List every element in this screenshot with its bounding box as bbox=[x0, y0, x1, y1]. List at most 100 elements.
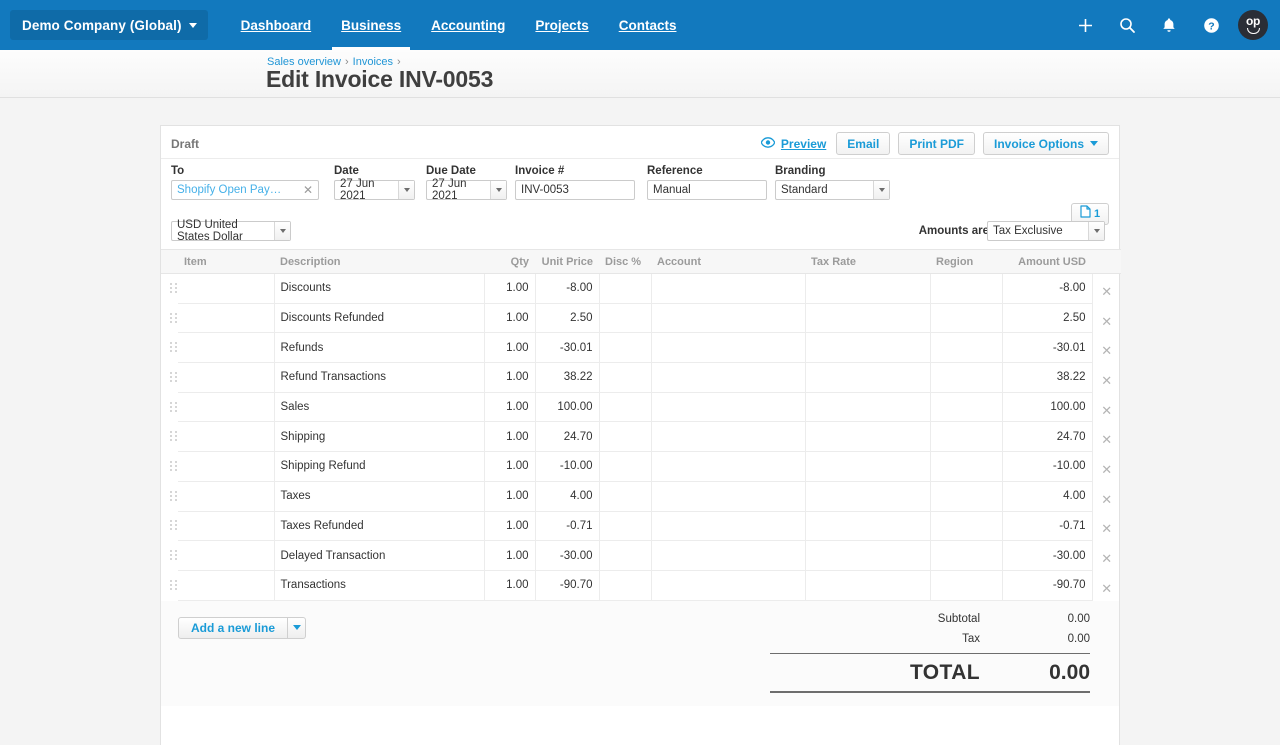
remove-line-button[interactable]: ✕ bbox=[1092, 422, 1121, 452]
cell-account[interactable] bbox=[651, 511, 805, 541]
cell-description[interactable]: Taxes bbox=[274, 481, 484, 511]
drag-handle[interactable] bbox=[161, 570, 178, 600]
cell-description[interactable]: Refunds bbox=[274, 333, 484, 363]
nav-item-business[interactable]: Business bbox=[326, 0, 416, 50]
cell-item[interactable] bbox=[178, 422, 274, 452]
select-dropdown-button[interactable] bbox=[873, 181, 889, 199]
cell-region[interactable] bbox=[930, 303, 1002, 333]
remove-line-button[interactable]: ✕ bbox=[1092, 363, 1121, 393]
cell-unit-price[interactable]: -10.00 bbox=[535, 452, 599, 482]
reference-input[interactable]: Manual bbox=[647, 180, 767, 200]
cell-qty[interactable]: 1.00 bbox=[484, 570, 535, 600]
amounts-are-select[interactable]: Tax Exclusive bbox=[987, 221, 1105, 241]
cell-unit-price[interactable]: -0.71 bbox=[535, 511, 599, 541]
plus-icon[interactable] bbox=[1064, 0, 1106, 50]
nav-item-contacts[interactable]: Contacts bbox=[604, 0, 692, 50]
drag-handle[interactable] bbox=[161, 392, 178, 422]
cell-account[interactable] bbox=[651, 422, 805, 452]
cell-disc[interactable] bbox=[599, 274, 651, 304]
drag-handle[interactable] bbox=[161, 333, 178, 363]
drag-handle[interactable] bbox=[161, 303, 178, 333]
invoice-options-button[interactable]: Invoice Options bbox=[983, 132, 1109, 155]
cell-tax-rate[interactable] bbox=[805, 570, 930, 600]
select-dropdown-button[interactable] bbox=[1088, 222, 1104, 240]
calendar-dropdown-button[interactable] bbox=[490, 181, 506, 199]
help-icon[interactable]: ? bbox=[1190, 0, 1232, 50]
cell-disc[interactable] bbox=[599, 303, 651, 333]
cell-disc[interactable] bbox=[599, 333, 651, 363]
org-switcher[interactable]: Demo Company (Global) bbox=[10, 10, 208, 40]
remove-line-button[interactable]: ✕ bbox=[1092, 511, 1121, 541]
remove-line-button[interactable]: ✕ bbox=[1092, 333, 1121, 363]
cell-disc[interactable] bbox=[599, 541, 651, 571]
remove-line-button[interactable]: ✕ bbox=[1092, 274, 1121, 304]
cell-unit-price[interactable]: -30.00 bbox=[535, 541, 599, 571]
cell-account[interactable] bbox=[651, 541, 805, 571]
email-button[interactable]: Email bbox=[836, 132, 890, 155]
cell-tax-rate[interactable] bbox=[805, 481, 930, 511]
nav-item-projects[interactable]: Projects bbox=[520, 0, 603, 50]
cell-account[interactable] bbox=[651, 570, 805, 600]
cell-account[interactable] bbox=[651, 392, 805, 422]
cell-item[interactable] bbox=[178, 511, 274, 541]
cell-region[interactable] bbox=[930, 511, 1002, 541]
remove-line-button[interactable]: ✕ bbox=[1092, 392, 1121, 422]
cell-item[interactable] bbox=[178, 333, 274, 363]
cell-unit-price[interactable]: -8.00 bbox=[535, 274, 599, 304]
cell-disc[interactable] bbox=[599, 392, 651, 422]
cell-description[interactable]: Refund Transactions bbox=[274, 363, 484, 393]
add-new-line-button[interactable]: Add a new line bbox=[178, 617, 288, 639]
cell-item[interactable] bbox=[178, 452, 274, 482]
remove-line-button[interactable]: ✕ bbox=[1092, 570, 1121, 600]
remove-line-button[interactable]: ✕ bbox=[1092, 452, 1121, 482]
bell-icon[interactable] bbox=[1148, 0, 1190, 50]
cell-account[interactable] bbox=[651, 452, 805, 482]
cell-description[interactable]: Discounts bbox=[274, 274, 484, 304]
add-line-dropdown-button[interactable] bbox=[288, 617, 306, 639]
cell-tax-rate[interactable] bbox=[805, 422, 930, 452]
cell-item[interactable] bbox=[178, 481, 274, 511]
cell-tax-rate[interactable] bbox=[805, 333, 930, 363]
drag-handle[interactable] bbox=[161, 363, 178, 393]
cell-unit-price[interactable]: -90.70 bbox=[535, 570, 599, 600]
cell-qty[interactable]: 1.00 bbox=[484, 422, 535, 452]
cell-region[interactable] bbox=[930, 570, 1002, 600]
cell-account[interactable] bbox=[651, 481, 805, 511]
cell-qty[interactable]: 1.00 bbox=[484, 452, 535, 482]
remove-line-button[interactable]: ✕ bbox=[1092, 303, 1121, 333]
cell-account[interactable] bbox=[651, 303, 805, 333]
drag-handle[interactable] bbox=[161, 541, 178, 571]
cell-region[interactable] bbox=[930, 481, 1002, 511]
cell-disc[interactable] bbox=[599, 452, 651, 482]
nav-item-dashboard[interactable]: Dashboard bbox=[226, 0, 327, 50]
cell-unit-price[interactable]: 2.50 bbox=[535, 303, 599, 333]
cell-description[interactable]: Shipping bbox=[274, 422, 484, 452]
cell-item[interactable] bbox=[178, 570, 274, 600]
cell-region[interactable] bbox=[930, 274, 1002, 304]
cell-account[interactable] bbox=[651, 363, 805, 393]
nav-item-accounting[interactable]: Accounting bbox=[416, 0, 520, 50]
remove-line-button[interactable]: ✕ bbox=[1092, 481, 1121, 511]
select-dropdown-button[interactable] bbox=[274, 222, 290, 240]
drag-handle[interactable] bbox=[161, 511, 178, 541]
cell-description[interactable]: Shipping Refund bbox=[274, 452, 484, 482]
cell-unit-price[interactable]: 100.00 bbox=[535, 392, 599, 422]
cell-region[interactable] bbox=[930, 333, 1002, 363]
drag-handle[interactable] bbox=[161, 422, 178, 452]
cell-region[interactable] bbox=[930, 422, 1002, 452]
cell-tax-rate[interactable] bbox=[805, 363, 930, 393]
cell-tax-rate[interactable] bbox=[805, 274, 930, 304]
cell-tax-rate[interactable] bbox=[805, 511, 930, 541]
cell-description[interactable]: Sales bbox=[274, 392, 484, 422]
cell-tax-rate[interactable] bbox=[805, 392, 930, 422]
clear-icon[interactable]: ✕ bbox=[303, 184, 313, 196]
cell-item[interactable] bbox=[178, 303, 274, 333]
currency-select[interactable]: USD United States Dollar bbox=[171, 221, 291, 241]
cell-qty[interactable]: 1.00 bbox=[484, 303, 535, 333]
cell-disc[interactable] bbox=[599, 363, 651, 393]
cell-qty[interactable]: 1.00 bbox=[484, 274, 535, 304]
cell-region[interactable] bbox=[930, 452, 1002, 482]
invoice-number-input[interactable]: INV-0053 bbox=[515, 180, 635, 200]
cell-disc[interactable] bbox=[599, 422, 651, 452]
cell-tax-rate[interactable] bbox=[805, 303, 930, 333]
